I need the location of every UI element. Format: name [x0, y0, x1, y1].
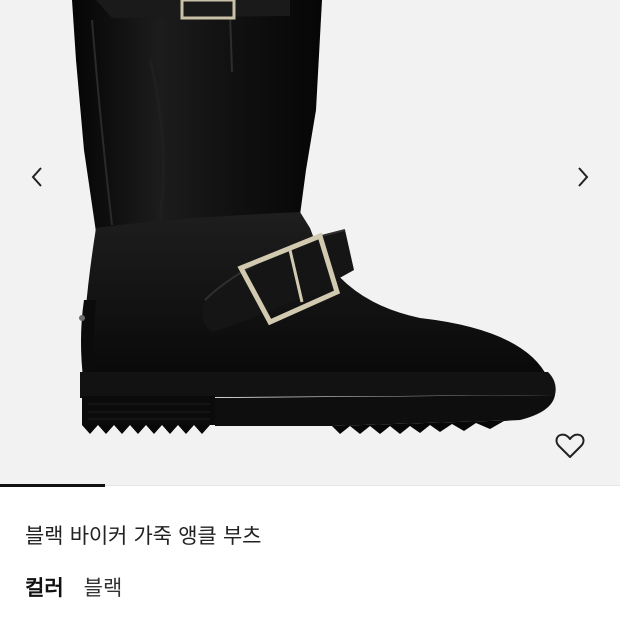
color-option-row: 컬러 블랙 — [25, 572, 122, 602]
previous-image-button[interactable] — [22, 162, 52, 192]
chevron-right-icon — [578, 167, 589, 187]
heart-outline-icon — [555, 433, 585, 458]
product-title: 블랙 바이커 가죽 앵클 부츠 — [25, 524, 262, 548]
wishlist-button[interactable] — [552, 428, 588, 464]
chevron-left-icon — [31, 167, 42, 187]
product-image — [72, 0, 556, 434]
product-gallery[interactable] — [0, 0, 620, 486]
color-label: 컬러 — [25, 576, 64, 600]
color-value: 블랙 — [83, 576, 123, 600]
slide-indicator-progress — [0, 484, 105, 487]
next-image-button[interactable] — [568, 162, 598, 192]
